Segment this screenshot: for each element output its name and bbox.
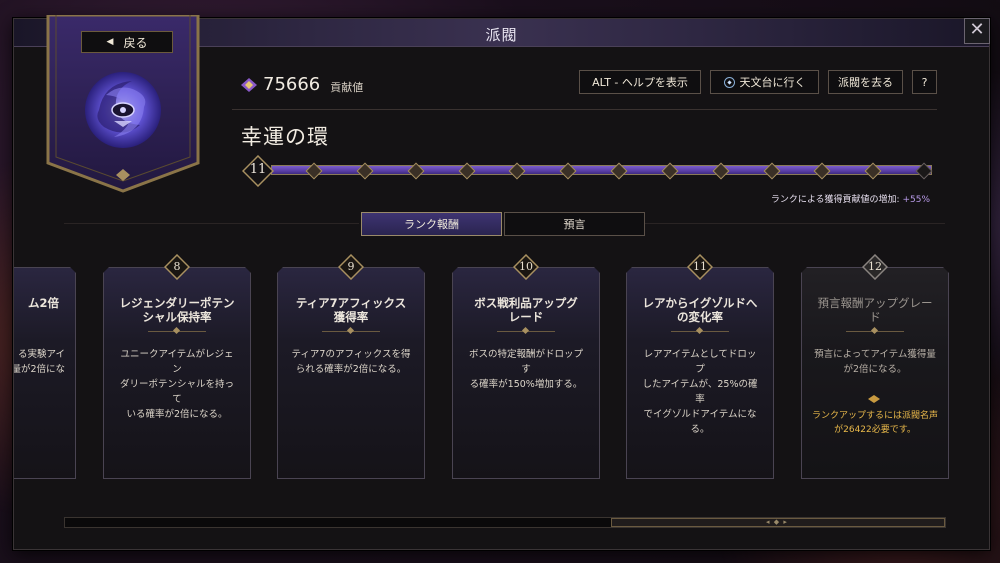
question-icon: ? [921, 75, 928, 89]
currency-value: 75666 [263, 74, 321, 95]
card-divider-ornament [846, 331, 904, 332]
compass-icon [723, 76, 735, 88]
close-icon: ✕ [969, 19, 985, 40]
reward-card-title: レアからイグゾルドへ の変化率 [642, 296, 758, 324]
reward-card[interactable]: 預言報酬アップグレー ド預言によってアイテム獲得量 が2倍になる。 ランクアップす… [801, 267, 949, 479]
tabs-divider-right [645, 223, 945, 224]
card-divider-ornament [497, 331, 555, 332]
observatory-button-label: 天文台に行く [739, 76, 806, 89]
reward-card[interactable]: レジェンダリーポテン シャル保持率ユニークアイテムがレジェン ダリーポテンシャル… [103, 267, 251, 479]
gem-icon [241, 77, 257, 92]
reward-card-title: 預言報酬アップグレー ド [817, 296, 933, 324]
tab-rank-rewards-label: ランク報酬 [404, 218, 459, 231]
rank-badge-number: 11 [693, 260, 707, 273]
help-button[interactable]: ALT - ヘルプを表示 [579, 70, 701, 94]
reward-card-description: る実験アイ 量が2倍にな [14, 349, 65, 375]
rank-bonus-label: ランクによる獲得貢献値の増加: [770, 195, 900, 205]
back-button[interactable]: ◀ 戻る [81, 31, 173, 53]
reward-card-title: ボス戦利品アップグ レード [474, 296, 578, 324]
header-divider [232, 109, 937, 110]
help-button-label: ALT - ヘルプを表示 [592, 76, 688, 89]
reward-card-title: ム2倍 [27, 296, 59, 310]
reward-card-requirement: ランクアップするには派閥名声 が26422必要です。 [812, 411, 939, 435]
scroll-thumb[interactable]: ◂ ◆ ▸ [611, 518, 945, 527]
card-divider-ornament [148, 331, 206, 332]
reward-card-description: ボスの特定報酬がドロップす る確率が150%増加する。 [468, 349, 583, 390]
rank-bonus: ランクによる獲得貢献値の増加: +55% [771, 192, 930, 205]
back-arrow-icon: ◀ [106, 37, 114, 47]
tabs-divider-left [64, 223, 359, 224]
currency-display: 75666 貢献値 [241, 74, 363, 95]
reward-card-description: ティア7のアフィックスを得 られる確率が2倍になる。 [291, 349, 411, 375]
currency-label: 貢献値 [330, 80, 364, 94]
leave-faction-button[interactable]: 派閥を去る [828, 70, 903, 94]
observatory-button[interactable]: 天文台に行く [710, 70, 819, 94]
horizontal-scrollbar[interactable]: ◂ ◆ ▸ [64, 517, 946, 528]
reward-card[interactable]: ボス戦利品アップグ レードボスの特定報酬がドロップす る確率が150%増加する。 [452, 267, 600, 479]
tab-bar: ランク報酬 預言 [361, 212, 645, 236]
reward-card[interactable]: レアからイグゾルドへ の変化率レアアイテムとしてドロップ したアイテムが、25%… [626, 267, 774, 479]
card-divider-ornament [671, 331, 729, 332]
question-button[interactable]: ? [912, 70, 937, 94]
scroll-grip-icon: ◂ ◆ ▸ [766, 518, 788, 526]
rank-badge-number: 12 [868, 260, 882, 273]
rank-badge-number: 9 [347, 260, 355, 273]
reward-card[interactable]: ム2倍る実験アイ 量が2倍にな [14, 267, 76, 479]
tab-prophecy-label: 預言 [563, 218, 586, 231]
faction-window: 派閥 ✕ ◀ 戻る 75666 貢献値 ALT - ヘルプを表示 天文台に行く … [13, 15, 990, 550]
current-rank-number: 11 [249, 162, 267, 177]
close-button[interactable]: ✕ [964, 18, 990, 44]
reward-card-description: ユニークアイテムがレジェン ダリーポテンシャルを持って いる確率が2倍になる。 [119, 349, 234, 420]
rank-bonus-value: +55% [902, 195, 930, 205]
tab-prophecy[interactable]: 預言 [504, 212, 645, 236]
reward-card-title: レジェンダリーポテン シャル保持率 [119, 296, 235, 324]
card-divider-ornament [322, 331, 380, 332]
reward-card-title: ティア7アフィックス 獲得率 [295, 296, 407, 324]
rank-badge-number: 8 [173, 260, 181, 273]
faction-name: 幸運の環 [241, 125, 329, 149]
reward-card-description: レアアイテムとしてドロップ したアイテムが、25%の確率 でイグゾルドアイテムに… [642, 349, 758, 435]
requirement-gem-icon [868, 395, 880, 403]
leave-faction-label: 派閥を去る [838, 76, 893, 89]
tab-rank-rewards[interactable]: ランク報酬 [361, 212, 502, 236]
reward-card[interactable]: ティア7アフィックス 獲得率 ティア7のアフィックスを得 られる確率が2倍になる。 [277, 267, 425, 479]
back-button-label: 戻る [123, 35, 148, 50]
rank-badge-number: 10 [519, 260, 533, 273]
reward-card-description: 預言によってアイテム獲得量 が2倍になる。 [814, 349, 936, 375]
